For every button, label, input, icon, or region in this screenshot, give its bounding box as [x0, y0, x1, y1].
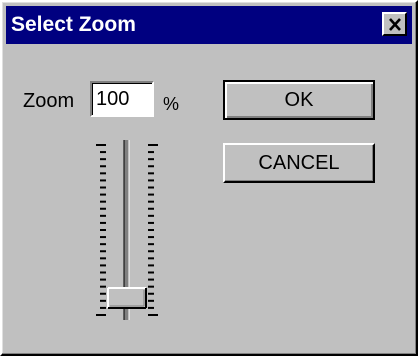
ok-button[interactable]: OK: [223, 80, 375, 120]
cancel-button[interactable]: CANCEL: [223, 143, 375, 183]
close-button[interactable]: [382, 12, 407, 36]
percent-label: %: [163, 94, 180, 114]
select-zoom-dialog: Select Zoom Zoom % OK CANCEL: [0, 0, 418, 356]
slider-thumb[interactable]: [107, 287, 147, 309]
dialog-title: Select Zoom: [11, 13, 136, 36]
title-bar[interactable]: Select Zoom: [6, 6, 412, 44]
zoom-slider[interactable]: [92, 137, 162, 327]
zoom-input[interactable]: [90, 81, 154, 117]
zoom-label: Zoom: [23, 90, 75, 112]
close-icon: [388, 17, 401, 31]
